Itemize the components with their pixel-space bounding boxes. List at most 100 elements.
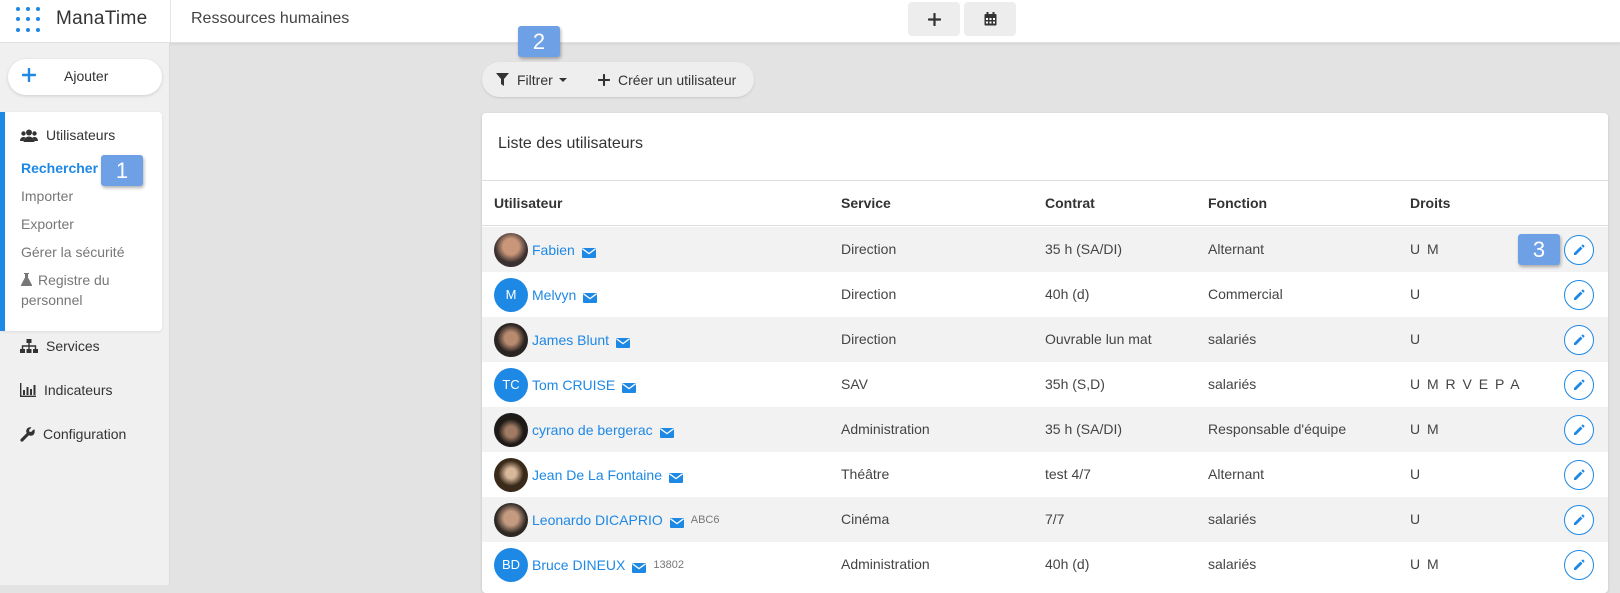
avatar[interactable]: M	[494, 277, 528, 312]
cell-service: Cinéma	[841, 511, 890, 527]
filter-icon	[496, 73, 509, 86]
column-header-contract[interactable]: Contrat	[1045, 181, 1095, 225]
cell-function: salariés	[1208, 376, 1257, 392]
table-row[interactable]: Fabien Direction 35 h (SA/DI) Alternant U M	[482, 227, 1608, 272]
calendar-icon	[984, 12, 996, 26]
flask-icon	[20, 273, 33, 286]
chevron-down-icon	[558, 77, 567, 82]
avatar[interactable]	[494, 412, 528, 447]
cell-contract: 40h (d)	[1045, 556, 1090, 572]
create-user-button[interactable]: Créer un utilisateur	[598, 62, 736, 97]
cell-service: Administration	[841, 556, 930, 572]
sidebar-item-indicators[interactable]: Indicateurs	[20, 382, 112, 398]
user-name-link[interactable]: Melvyn	[532, 287, 576, 303]
edit-user-button[interactable]	[1564, 415, 1594, 445]
avatar[interactable]	[494, 457, 528, 492]
top-divider	[170, 0, 171, 43]
cell-service: Direction	[841, 286, 897, 302]
app-name: ManaTime	[56, 8, 148, 29]
column-header-rights[interactable]: Droits	[1410, 181, 1450, 225]
avatar[interactable]	[494, 502, 528, 537]
sidebar-item-search[interactable]: Rechercher	[21, 158, 98, 178]
chart-icon	[20, 383, 36, 397]
sidebar-item-security[interactable]: Gérer la sécurité	[21, 242, 124, 262]
sidebar-item-users[interactable]: Utilisateurs	[20, 127, 115, 143]
user-name-link[interactable]: James Blunt	[532, 332, 609, 348]
table-row[interactable]: TC Tom CRUISE SAV 35h (S,D) salariés U M R V …	[482, 362, 1608, 407]
avatar[interactable]	[494, 322, 528, 357]
envelope-icon[interactable]	[616, 335, 631, 348]
filter-label: Filtrer	[517, 71, 553, 88]
user-name-link[interactable]: Tom CRUISE	[532, 377, 615, 393]
cell-rights: U M R V E P A	[1410, 376, 1522, 392]
edit-user-button[interactable]	[1564, 235, 1594, 265]
registry-line-2: personnel	[21, 292, 83, 308]
user-name-link[interactable]: Leonardo DICAPRIO	[532, 512, 663, 528]
edit-user-button[interactable]	[1564, 550, 1594, 580]
pencil-icon	[1573, 559, 1585, 571]
sidebar-item-export[interactable]: Exporter	[21, 214, 74, 234]
cell-user: Jean De La Fontaine	[494, 457, 683, 492]
table-row[interactable]: James Blunt Direction Ouvrable lun mat sala…	[482, 317, 1608, 362]
quick-add-button[interactable]	[908, 2, 960, 36]
table-row[interactable]: BD Bruce DINEUX 13802 Administration 40h (d)…	[482, 542, 1608, 587]
pencil-icon	[1573, 424, 1585, 436]
apps-grid-icon[interactable]	[14, 6, 40, 32]
user-code: 13802	[653, 558, 684, 571]
sidebar-item-configuration[interactable]: Configuration	[20, 426, 126, 442]
user-name-link[interactable]: cyrano de bergerac	[532, 422, 653, 438]
cell-service: Direction	[841, 241, 897, 257]
envelope-icon[interactable]	[581, 245, 596, 258]
envelope-icon[interactable]	[622, 380, 637, 393]
cell-user: James Blunt	[494, 322, 631, 357]
top-bar: ManaTime Ressources humaines	[0, 0, 1620, 43]
user-name-link[interactable]: Fabien	[532, 242, 575, 258]
cell-rights: U	[1410, 331, 1422, 347]
table-row[interactable]: Leonardo DICAPRIO ABC6 Cinéma 7/7 salariés U	[482, 497, 1608, 542]
pencil-icon	[1573, 334, 1585, 346]
avatar[interactable]: TC	[494, 367, 528, 402]
edit-user-button[interactable]	[1564, 370, 1594, 400]
column-header-function[interactable]: Fonction	[1208, 181, 1267, 225]
users-icon	[20, 129, 38, 142]
user-name-link[interactable]: Bruce DINEUX	[532, 557, 625, 573]
envelope-icon[interactable]	[669, 515, 684, 528]
pencil-icon	[1573, 289, 1585, 301]
filter-dropdown-button[interactable]: Filtrer	[496, 62, 567, 97]
envelope-icon[interactable]	[632, 560, 647, 573]
edit-user-button[interactable]	[1564, 280, 1594, 310]
table-row[interactable]: cyrano de bergerac Administration 35 h (SA…	[482, 407, 1608, 452]
services-label: Services	[46, 338, 100, 354]
avatar[interactable]: BD	[494, 547, 528, 582]
column-header-user[interactable]: Utilisateur	[494, 181, 562, 225]
cell-contract: 35 h (SA/DI)	[1045, 421, 1123, 437]
cell-contract: 35 h (SA/DI)	[1045, 241, 1123, 257]
cell-contract: 35h (S,D)	[1045, 376, 1105, 392]
calendar-button[interactable]	[964, 2, 1016, 36]
edit-user-button[interactable]	[1564, 505, 1594, 535]
envelope-icon[interactable]	[583, 290, 598, 303]
envelope-icon[interactable]	[659, 425, 674, 438]
table-row[interactable]: Jean De La Fontaine Théâtre test 4/7 Altern…	[482, 452, 1608, 497]
indicators-label: Indicateurs	[44, 382, 113, 398]
sidebar-item-registry[interactable]: Registre du personnel	[20, 270, 110, 310]
add-button[interactable]: Ajouter	[8, 59, 162, 95]
sidebar-item-import[interactable]: Importer	[21, 186, 73, 206]
cell-service: Théâtre	[841, 466, 890, 482]
cell-contract: 40h (d)	[1045, 286, 1090, 302]
envelope-icon[interactable]	[668, 470, 683, 483]
user-name-link[interactable]: Jean De La Fontaine	[532, 467, 662, 483]
cell-user: cyrano de bergerac	[494, 412, 674, 447]
edit-user-button[interactable]	[1564, 325, 1594, 355]
table-row[interactable]: M Melvyn Direction 40h (d) Commercial U	[482, 272, 1608, 317]
brand[interactable]: ManaTime	[14, 4, 147, 34]
avatar[interactable]	[494, 232, 528, 267]
cell-contract: Ouvrable lun mat	[1045, 331, 1152, 347]
edit-user-button[interactable]	[1564, 460, 1594, 490]
sidebar-item-services[interactable]: Services	[20, 338, 100, 354]
wrench-icon	[20, 426, 35, 442]
cell-service: Administration	[841, 421, 930, 437]
cell-rights: U M	[1410, 421, 1441, 437]
column-header-service[interactable]: Service	[841, 181, 891, 225]
add-button-label: Ajouter	[64, 68, 109, 84]
